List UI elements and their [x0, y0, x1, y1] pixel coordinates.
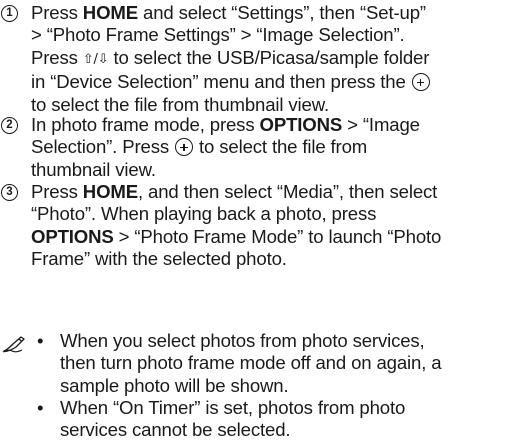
- text-run: Press: [31, 2, 83, 23]
- bullet-marker: •: [37, 330, 44, 351]
- note-line: When you select photos from photo servic…: [60, 330, 425, 351]
- button-name-options: OPTIONS: [259, 114, 343, 135]
- text-run: Press: [31, 181, 83, 202]
- text-run: In photo frame mode, press: [31, 114, 260, 135]
- enter-button-icon: [175, 138, 194, 157]
- step-text: Press HOME and select “Settings”, then “…: [31, 2, 519, 116]
- button-name-home: HOME: [82, 2, 138, 23]
- text-run: “Photo”. When playing back a photo, pres…: [31, 203, 377, 225]
- manual-page: 1 Press HOME and select “Settings”, then…: [0, 0, 519, 440]
- step-text: Press HOME, and then select “Media”, the…: [31, 181, 519, 271]
- enter-button-icon: [411, 73, 430, 92]
- note-line: services cannot be selected.: [60, 419, 291, 441]
- step-line: Selection”. Press to select the file fro…: [31, 136, 519, 158]
- note-line: When “On Timer” is set, photos from phot…: [60, 397, 406, 418]
- text-run: > “Photo Frame Mode” to launch “Photo: [113, 225, 442, 247]
- note-text: When you select photos from photo servic…: [60, 330, 519, 397]
- button-name-options: OPTIONS: [31, 225, 114, 247]
- text-run: and select “Settings”, then “Set-up”: [137, 2, 426, 23]
- text-run: Press: [31, 46, 83, 68]
- note-line: sample photo will be shown.: [60, 374, 289, 396]
- text-run: in “Device Selection” menu and then pres…: [31, 71, 406, 93]
- step-line: to select the file from thumbnail view.: [31, 94, 519, 116]
- text-run: > “Image: [342, 114, 420, 135]
- note-text: When “On Timer” is set, photos from phot…: [60, 397, 519, 442]
- note-item: • When “On Timer” is set, photos from ph…: [37, 397, 519, 442]
- step-line: Frame” with the selected photo.: [31, 248, 519, 270]
- step-line: Press HOME, and then select “Media”, the…: [31, 181, 519, 203]
- text-run: > “Photo Frame Settings” > “Image Select…: [31, 24, 405, 46]
- bullet-marker: •: [37, 397, 44, 418]
- step-line: in “Device Selection” menu and then pres…: [31, 71, 519, 93]
- step-line: “Photo”. When playing back a photo, pres…: [31, 203, 519, 225]
- step-number-badge: 2: [1, 117, 18, 134]
- step-line: Press HOME and select “Settings”, then “…: [31, 2, 519, 24]
- step-number-badge: 3: [1, 184, 18, 201]
- up-down-arrow-icon: ⇧/⇩: [82, 51, 109, 67]
- text-run: , and then select “Media”, then select: [137, 181, 438, 202]
- button-name-home: HOME: [82, 181, 138, 202]
- notes-list: • When you select photos from photo serv…: [37, 330, 519, 442]
- step-text: In photo frame mode, press OPTIONS > “Im…: [31, 114, 519, 181]
- step-line: In photo frame mode, press OPTIONS > “Im…: [31, 114, 519, 136]
- step-line: Press ⇧/⇩ to select the USB/Picasa/sampl…: [31, 47, 519, 71]
- step-line: thumbnail view.: [31, 159, 519, 181]
- note-item: • When you select photos from photo serv…: [37, 330, 519, 397]
- step-line: > “Photo Frame Settings” > “Image Select…: [31, 24, 519, 46]
- text-run: Frame” with the selected photo.: [31, 248, 287, 270]
- text-run: to select the USB/Picasa/sample folder: [108, 46, 430, 68]
- note-line: then turn photo frame mode off and on ag…: [60, 352, 442, 374]
- text-run: Selection”. Press: [31, 136, 175, 158]
- step-line: OPTIONS > “Photo Frame Mode” to launch “…: [31, 226, 519, 248]
- step-number-badge: 1: [1, 5, 18, 22]
- text-run: to select the file from thumbnail view.: [31, 93, 329, 115]
- note-pencil-icon: [2, 336, 25, 353]
- text-run: thumbnail view.: [31, 158, 156, 180]
- text-run: to select the file from: [194, 136, 368, 158]
